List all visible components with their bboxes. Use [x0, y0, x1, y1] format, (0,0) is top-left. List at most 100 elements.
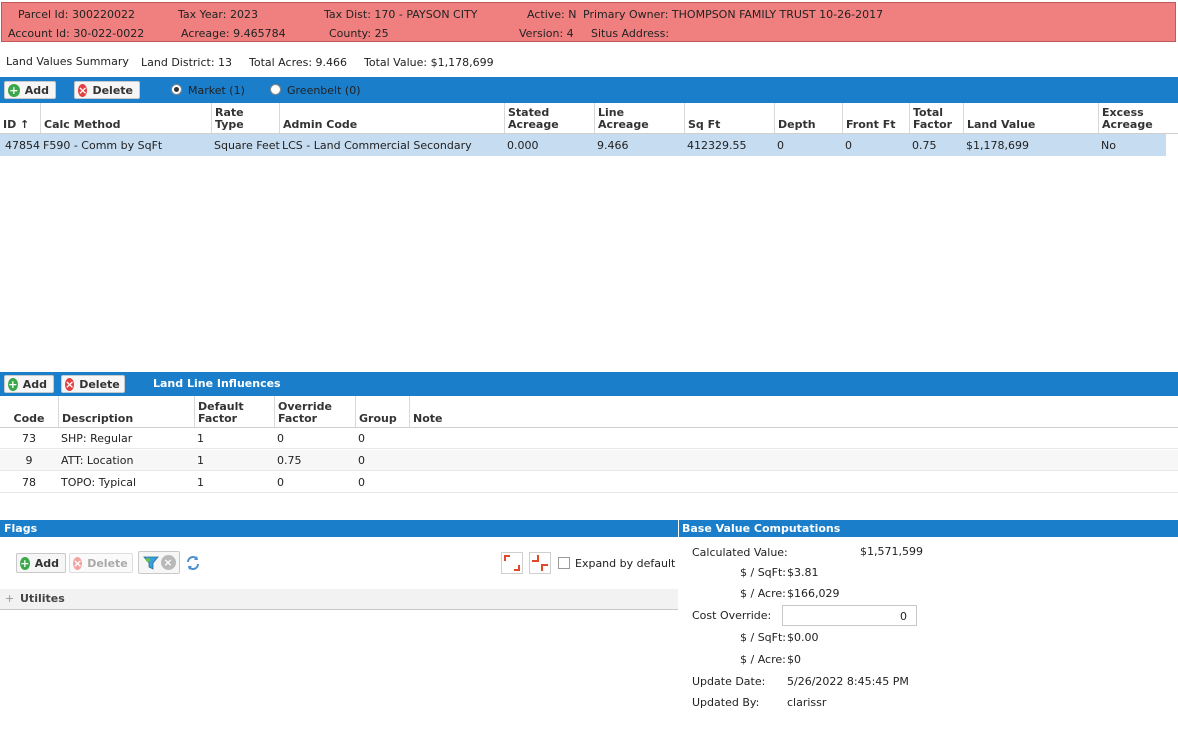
cell-stated-acreage: 0.000	[507, 138, 539, 152]
cell-description: SHP: Regular	[61, 431, 133, 445]
delete-label: Delete	[87, 556, 128, 570]
flags-delete-button[interactable]: × Delete	[69, 553, 133, 573]
expand-plus-icon: +	[5, 592, 15, 605]
col-depth[interactable]: Depth	[774, 103, 842, 133]
clear-filter-button[interactable]: ×	[138, 551, 180, 574]
clear-icon: ×	[160, 555, 176, 570]
cell-default-factor: 1	[197, 431, 204, 445]
county: County: 25	[329, 27, 389, 40]
col-rate-type[interactable]: Rate Type	[211, 103, 279, 133]
total-value: Total Value: $1,178,699	[364, 56, 494, 69]
col-note[interactable]: Note	[409, 396, 1178, 427]
greenbelt-radio[interactable]	[270, 84, 281, 95]
cost-override-input[interactable]: 0	[782, 605, 917, 626]
tax-year: Tax Year: 2023	[178, 8, 258, 21]
land-grid-header: ID ↑ Calc Method Rate Type Admin Code Sta…	[0, 103, 1178, 134]
col-calc-method[interactable]: Calc Method	[40, 103, 211, 133]
col-total-factor[interactable]: Total Factor	[909, 103, 963, 133]
flags-title: Flags	[0, 520, 678, 537]
calculated-value-label: Calculated Value:	[692, 546, 788, 559]
cell-description: ATT: Location	[61, 453, 134, 467]
cell-description: TOPO: Typical	[61, 475, 137, 489]
expand-all-button[interactable]	[501, 552, 523, 574]
sqft-value-2: $0.00	[787, 631, 819, 644]
cell-excess-acreage: No	[1101, 138, 1116, 152]
updated-by: clarissr	[787, 696, 827, 709]
land-district: Land District: 13	[141, 56, 233, 69]
cell-front-ft: 0	[845, 138, 852, 152]
cell-group: 0	[358, 431, 365, 445]
cell-note	[409, 450, 412, 470]
cell-note	[409, 472, 412, 492]
delete-label: Delete	[79, 377, 120, 391]
cell-admin-code: LCS - Land Commercial Secondary	[282, 138, 472, 152]
collapse-all-button[interactable]	[529, 552, 551, 574]
influence-title: Land Line Influences	[153, 377, 281, 390]
updated-by-label: Updated By:	[692, 696, 760, 709]
delete-icon: ×	[73, 556, 83, 570]
delete-icon: ×	[65, 377, 75, 391]
influence-row[interactable]: 73 SHP: Regular 1 0 0	[0, 428, 1178, 449]
col-group[interactable]: Group	[355, 396, 409, 427]
col-land-value[interactable]: Land Value	[963, 103, 1098, 133]
land-values-summary-title: Land Values Summary	[6, 55, 129, 68]
col-id[interactable]: ID ↑	[0, 103, 40, 133]
utilites-group[interactable]: + Utilites	[0, 589, 678, 610]
land-grid-row[interactable]: 47854 F590 - Comm by SqFt Square Feet LC…	[0, 134, 1166, 156]
active-status: Active: N	[527, 8, 577, 21]
add-label: Add	[24, 83, 49, 97]
acreage: Acreage: 9.465784	[181, 27, 286, 40]
col-line-acreage[interactable]: Line Acreage	[594, 103, 684, 133]
parcel-header: Parcel Id: 300220022 Account Id: 30-022-…	[1, 2, 1176, 42]
acre-value-1: $166,029	[787, 587, 840, 600]
cell-group: 0	[358, 475, 365, 489]
refresh-icon[interactable]	[185, 555, 201, 571]
cell-line-acreage: 9.466	[597, 138, 629, 152]
influence-row[interactable]: 9 ATT: Location 1 0.75 0	[0, 450, 1178, 471]
acre-label-1: $ / Acre:	[740, 587, 786, 600]
cell-default-factor: 1	[197, 453, 204, 467]
col-excess-acreage[interactable]: Excess Acreage	[1098, 103, 1178, 133]
sqft-label-1: $ / SqFt:	[740, 566, 787, 579]
col-default-factor[interactable]: Default Factor	[194, 396, 274, 427]
market-radio[interactable]	[171, 84, 182, 95]
land-add-button[interactable]: + Add	[4, 81, 56, 99]
cell-calc-method: F590 - Comm by SqFt	[43, 138, 163, 152]
situs-address: Situs Address:	[591, 27, 670, 40]
cell-override-factor: 0.75	[277, 453, 302, 467]
cell-total-factor: 0.75	[912, 138, 937, 152]
land-delete-button[interactable]: × Delete	[74, 81, 140, 99]
influence-add-button[interactable]: + Add	[4, 375, 54, 393]
utilites-label: Utilites	[20, 592, 65, 605]
base-value-title: Base Value Computations	[679, 520, 1178, 537]
col-code[interactable]: Code	[0, 396, 58, 427]
parcel-id: Parcel Id: 300220022	[18, 8, 135, 21]
col-front-ft[interactable]: Front Ft	[842, 103, 909, 133]
col-stated-acreage[interactable]: Stated Acreage	[504, 103, 594, 133]
cell-sq-ft: 412329.55	[687, 138, 747, 152]
cell-rate-type: Square Feet	[214, 138, 280, 152]
influence-row[interactable]: 78 TOPO: Typical 1 0 0	[0, 472, 1178, 493]
col-override-factor[interactable]: Override Factor	[274, 396, 355, 427]
cell-default-factor: 1	[197, 475, 204, 489]
version: Version: 4	[519, 27, 574, 40]
account-id: Account Id: 30-022-0022	[8, 27, 145, 40]
acre-value-2: $0	[787, 653, 801, 666]
col-description[interactable]: Description	[58, 396, 194, 427]
add-icon: +	[20, 556, 30, 570]
add-icon: +	[8, 377, 18, 391]
cell-code: 78	[22, 475, 36, 489]
flags-add-button[interactable]: + Add	[16, 553, 66, 573]
primary-owner: Primary Owner: THOMPSON FAMILY TRUST 10-…	[583, 8, 884, 21]
expand-by-default-checkbox[interactable]	[558, 557, 570, 569]
influence-grid-header: Code Description Default Factor Override F…	[0, 396, 1178, 428]
cell-code: 9	[25, 453, 33, 467]
influence-delete-button[interactable]: × Delete	[61, 375, 125, 393]
add-icon: +	[8, 83, 20, 97]
col-admin-code[interactable]: Admin Code	[279, 103, 504, 133]
market-label: Market (1)	[188, 84, 245, 97]
filter-icon	[142, 556, 159, 570]
cell-group: 0	[358, 453, 365, 467]
col-sq-ft[interactable]: Sq Ft	[684, 103, 774, 133]
update-date: 5/26/2022 8:45:45 PM	[787, 675, 909, 688]
